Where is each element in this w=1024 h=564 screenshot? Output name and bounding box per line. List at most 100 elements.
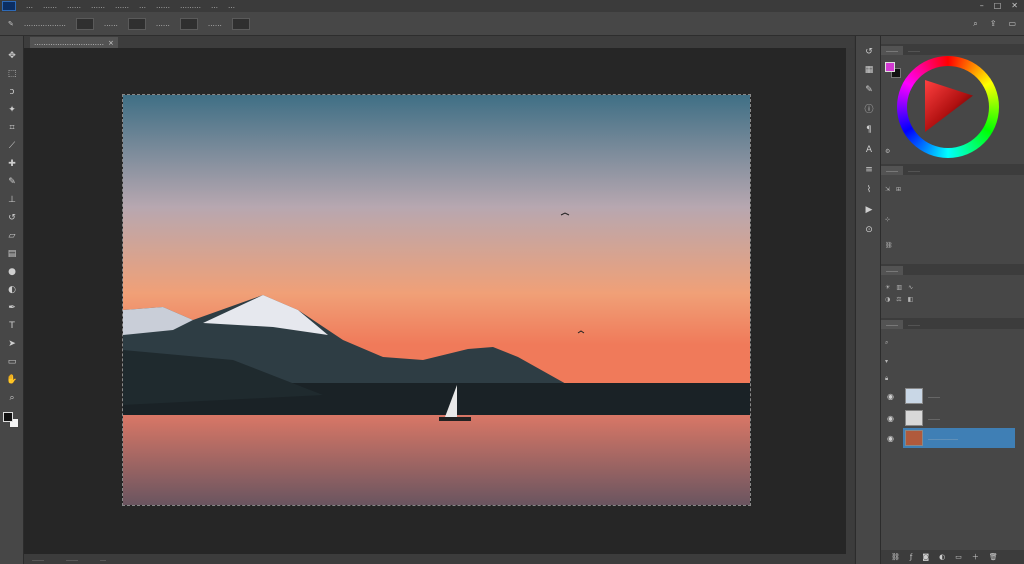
tab-properties[interactable]: …… (881, 166, 903, 175)
anchor-icon[interactable]: ⊹ (885, 216, 890, 223)
document-tab[interactable]: ………………………… × (30, 37, 118, 48)
panel-foreground-swatch[interactable] (885, 62, 895, 72)
layer-row-selected[interactable]: ◉ …………… (881, 428, 1024, 448)
minimize-icon[interactable]: – (980, 1, 984, 10)
lasso-icon[interactable]: ↄ (5, 86, 19, 98)
actions-icon[interactable]: ▶ (863, 204, 875, 216)
flow-field[interactable] (231, 17, 250, 30)
group-icon[interactable]: ▭ (955, 553, 962, 561)
stamp-icon[interactable]: ⊥ (5, 194, 19, 206)
color-wheel[interactable] (897, 56, 999, 158)
tab-channels[interactable]: …… (903, 320, 925, 329)
bw-icon[interactable]: ◧ (908, 296, 914, 303)
layer-row-content: …………… (903, 428, 1015, 448)
opacity-field[interactable] (179, 17, 198, 30)
history-icon[interactable]: ↺ (863, 46, 875, 58)
levels-icon[interactable]: ▥ (896, 284, 902, 291)
close-icon[interactable]: ✕ (1011, 1, 1018, 10)
gradient-icon[interactable]: ▤ (5, 248, 19, 260)
tab-adjust[interactable]: …… (881, 266, 903, 275)
marquee-icon[interactable]: ⬚ (5, 68, 19, 80)
brushes-icon[interactable]: ✎ (863, 84, 875, 96)
menu-item-8[interactable]: ……… (180, 2, 201, 10)
type-icon[interactable]: T (5, 320, 19, 332)
character-icon[interactable]: A (863, 144, 875, 156)
navigator-icon[interactable]: ⊙ (863, 224, 875, 236)
menu-item-4[interactable]: …… (91, 2, 105, 10)
info-icon[interactable]: ⓘ (863, 104, 875, 116)
search-icon[interactable]: ⌕ (973, 19, 977, 29)
document-image[interactable] (122, 94, 751, 506)
eraser-icon[interactable]: ▱ (5, 230, 19, 242)
menu-item-9[interactable]: … (211, 2, 218, 10)
hand-icon[interactable]: ✋ (5, 374, 19, 386)
menu-item-10[interactable]: … (228, 2, 235, 10)
align-icon[interactable]: ⊞ (896, 186, 901, 193)
channels-icon[interactable]: ≡ (863, 164, 875, 176)
menu-item-7[interactable]: …… (156, 2, 170, 10)
workspace-icon[interactable]: ▭ (1008, 19, 1016, 29)
path-select-icon[interactable]: ➤ (5, 338, 19, 350)
new-layer-icon[interactable]: ＋ (972, 552, 979, 562)
menu-item-1[interactable]: … (26, 2, 33, 10)
color-panel-footer: ⚙ (885, 146, 890, 156)
swatches-icon[interactable]: ▦ (863, 64, 875, 76)
shape-icon[interactable]: ▭ (5, 356, 19, 368)
eye-icon[interactable]: ◉ (887, 392, 897, 401)
tab-color[interactable]: …… (881, 46, 903, 55)
canvas-workspace[interactable] (24, 48, 854, 554)
close-icon[interactable]: × (108, 39, 114, 47)
tool-preset-label[interactable]: ……………… (24, 20, 66, 28)
dodge-icon[interactable]: ◐ (5, 284, 19, 296)
layers-panel-tabs: …… …… (881, 318, 1024, 329)
pen-icon[interactable]: ✒ (5, 302, 19, 314)
lock-icon[interactable]: 🔒︎ (885, 375, 888, 383)
layer-row[interactable]: ◉ …… (881, 386, 1024, 406)
healing-icon[interactable]: ✚ (5, 158, 19, 170)
eyedropper-icon[interactable]: ⟋ (5, 140, 19, 152)
share-icon[interactable]: ⇪ (990, 19, 997, 29)
eye-icon[interactable]: ◉ (887, 414, 897, 423)
balance-icon[interactable]: ⚖ (896, 296, 901, 303)
hue-icon[interactable]: ◑ (885, 296, 890, 303)
paragraph-icon[interactable]: ¶ (863, 124, 875, 136)
zoom-level[interactable]: …… (32, 556, 44, 563)
blend-mode-dropdown[interactable]: ▾ (885, 358, 888, 365)
paths-icon[interactable]: ⌇ (863, 184, 875, 196)
size-field[interactable] (75, 17, 94, 30)
tab-layers[interactable]: …… (881, 320, 903, 329)
menu-item-2[interactable]: …… (43, 2, 57, 10)
status-arrow[interactable]: … (100, 556, 106, 563)
history-brush-icon[interactable]: ↺ (5, 212, 19, 224)
menu-item-6[interactable]: … (139, 2, 146, 10)
mode-dropdown[interactable] (127, 17, 146, 30)
move-icon[interactable]: ✥ (5, 50, 19, 62)
brush-tool-icon[interactable]: ✎ (5, 176, 19, 188)
brightness-icon[interactable]: ☀ (885, 284, 890, 291)
transform-icon[interactable]: ⇲ (885, 186, 890, 193)
brush-icon[interactable]: ✎ (8, 20, 14, 28)
blur-icon[interactable]: ● (5, 266, 19, 278)
foreground-color-swatch[interactable] (3, 412, 13, 422)
tab-swatches[interactable]: …… (903, 46, 925, 55)
vertical-scrollbar[interactable] (846, 48, 854, 554)
link-layers-icon[interactable]: ⛓ (891, 553, 900, 561)
curves-icon[interactable]: ∿ (908, 284, 913, 291)
crop-icon[interactable]: ⌗ (5, 122, 19, 134)
color-icon[interactable]: ⚙ (885, 148, 890, 155)
eye-icon[interactable]: ◉ (887, 434, 897, 443)
zoom-icon[interactable]: ⌕ (5, 392, 19, 404)
menu-item-5[interactable]: …… (115, 2, 129, 10)
layer-row[interactable]: ◉ …… (881, 408, 1024, 428)
link-icon[interactable]: ⛓ (885, 242, 893, 249)
adjustment-layer-icon[interactable]: ◐ (939, 553, 945, 561)
fx-icon[interactable]: ƒ (910, 553, 912, 561)
mask-icon[interactable]: ◙ (922, 553, 929, 561)
photoshop-logo-icon[interactable] (2, 1, 16, 11)
tab-adjustments[interactable]: …… (903, 166, 925, 175)
quick-select-icon[interactable]: ✦ (5, 104, 19, 116)
menu-item-3[interactable]: …… (67, 2, 81, 10)
filter-icon[interactable]: ⌕ (885, 339, 888, 347)
maximize-icon[interactable]: □ (994, 1, 1002, 10)
delete-layer-icon[interactable]: 🗑︎ (989, 553, 998, 561)
